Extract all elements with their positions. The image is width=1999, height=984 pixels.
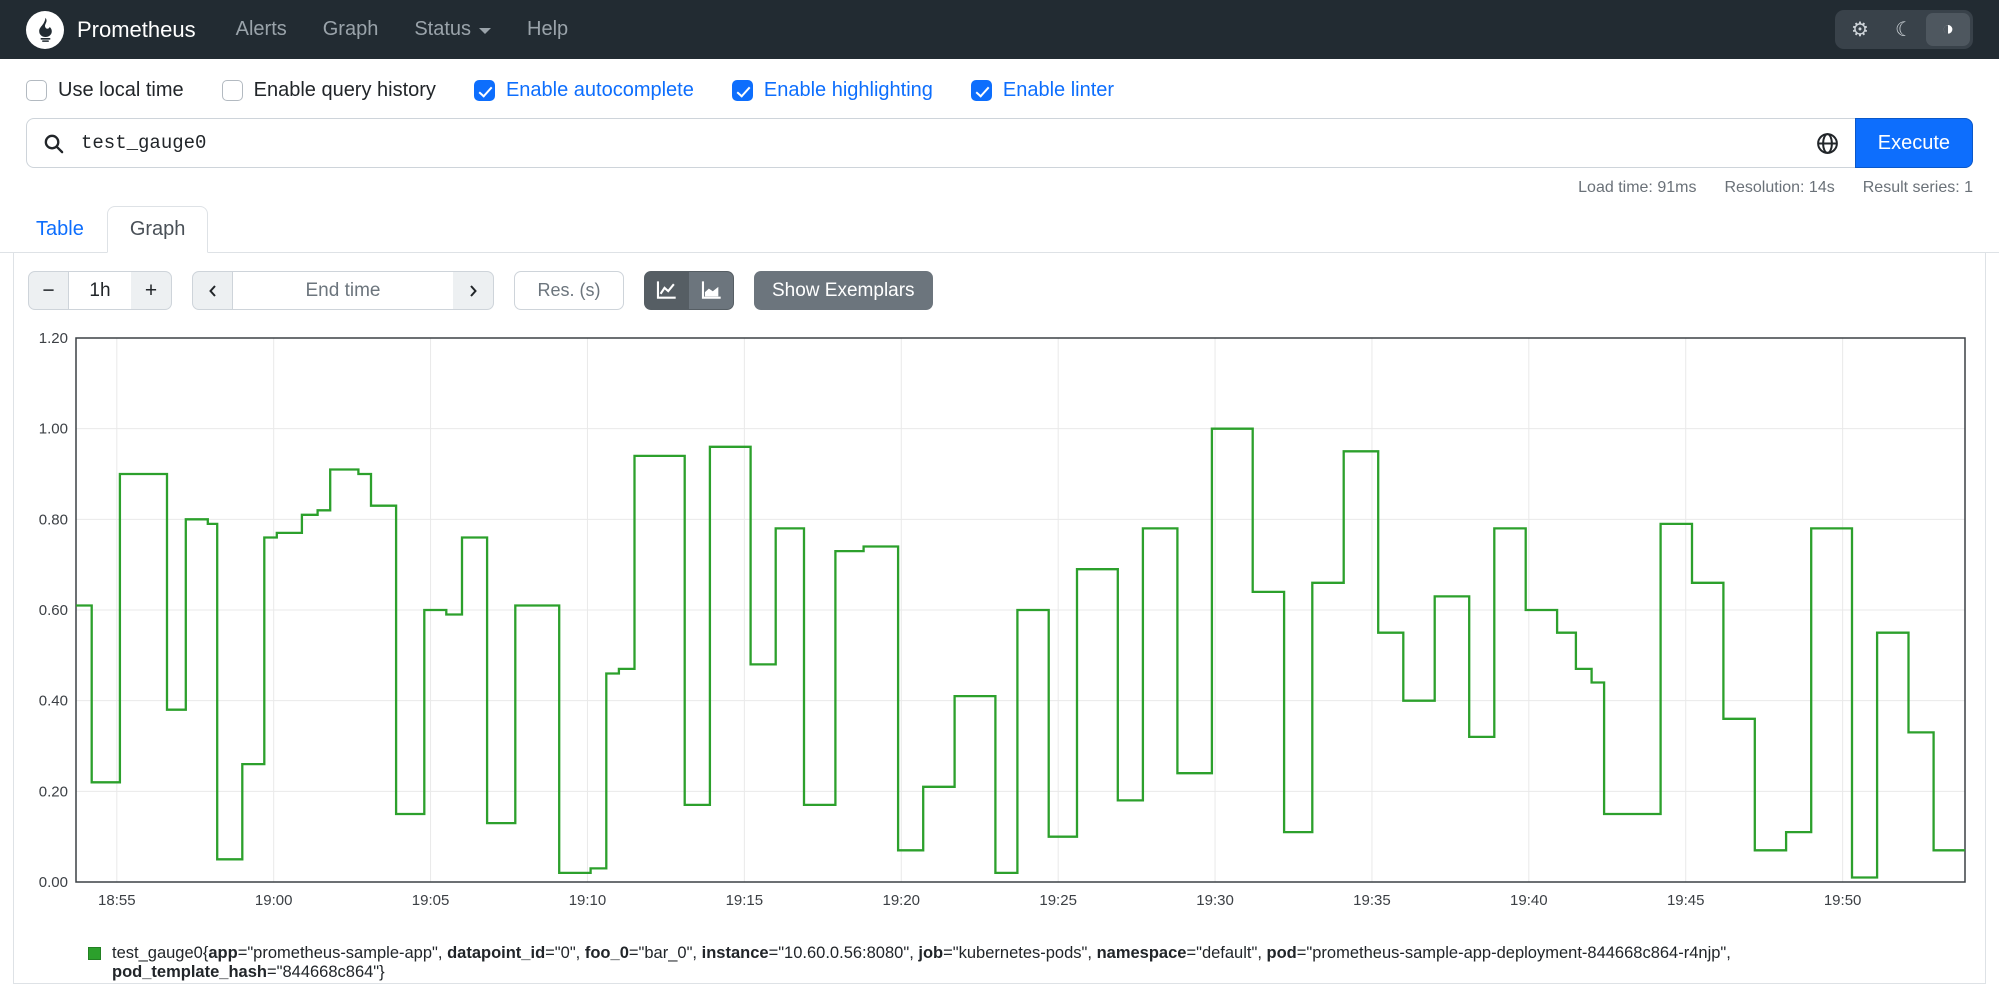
legend-item[interactable]: test_gauge0{app="prometheus-sample-app",… xyxy=(14,916,1985,982)
chevron-left-icon xyxy=(208,284,216,297)
nav-item-label: Graph xyxy=(322,18,379,40)
option-label: Enable autocomplete xyxy=(505,79,694,101)
nav-item-status[interactable]: Status xyxy=(414,18,492,41)
option-label: Enable highlighting xyxy=(763,79,933,101)
nav-item-help[interactable]: Help xyxy=(527,18,568,41)
svg-text:1.20: 1.20 xyxy=(39,330,68,347)
option-enable-query-history[interactable]: Enable query history xyxy=(221,79,436,102)
query-expression-input[interactable] xyxy=(79,119,1801,167)
options-row: Use local time Enable query history Enab… xyxy=(0,59,1999,118)
range-input-group: − + xyxy=(28,271,172,310)
svg-text:19:30: 19:30 xyxy=(1196,892,1234,909)
nav-item-graph[interactable]: Graph xyxy=(323,18,379,41)
dark-theme-moon-icon[interactable]: ☾ xyxy=(1882,13,1926,46)
range-input[interactable] xyxy=(69,271,131,310)
svg-text:19:50: 19:50 xyxy=(1824,892,1862,909)
option-label: Use local time xyxy=(58,79,184,101)
svg-text:18:55: 18:55 xyxy=(98,892,136,909)
prometheus-logo-icon xyxy=(26,10,64,49)
svg-text:0.60: 0.60 xyxy=(39,602,68,619)
chart-area: 0.00 0.20 0.40 0.60 0.80 1.00 1.20 18:55 19:00 19… xyxy=(14,328,1985,916)
resolution-input[interactable] xyxy=(514,271,624,310)
search-icon xyxy=(27,119,79,167)
svg-text:19:45: 19:45 xyxy=(1667,892,1705,909)
option-enable-highlighting[interactable]: Enable highlighting xyxy=(731,79,933,102)
graph-canvas[interactable]: 0.00 0.20 0.40 0.60 0.80 1.00 1.20 18:55 19:00 19… xyxy=(28,328,1971,916)
chevron-right-icon xyxy=(470,284,477,297)
navbar: Prometheus Alerts Graph Status Help ⚙ ☾ … xyxy=(0,0,1999,59)
query-stats: Load time: 91ms Resolution: 14s Result s… xyxy=(0,168,1999,197)
option-label: Enable query history xyxy=(253,79,436,101)
svg-text:19:00: 19:00 xyxy=(255,892,293,909)
option-enable-autocomplete[interactable]: Enable autocomplete xyxy=(473,79,694,102)
tab-graph[interactable]: Graph xyxy=(106,206,209,253)
svg-text:0.20: 0.20 xyxy=(39,783,68,800)
show-exemplars-button[interactable]: Show Exemplars xyxy=(754,271,933,310)
chevron-down-icon xyxy=(479,28,492,34)
option-label: Enable linter xyxy=(1002,79,1115,101)
metrics-explorer-globe-icon[interactable] xyxy=(1801,119,1855,167)
decrease-range-button[interactable]: − xyxy=(28,271,69,310)
checkbox[interactable] xyxy=(221,80,243,101)
svg-text:19:35: 19:35 xyxy=(1353,892,1391,909)
end-time-input-group xyxy=(192,271,494,310)
brand-title: Prometheus xyxy=(77,16,196,42)
checkbox[interactable] xyxy=(731,80,753,101)
query-row: Execute xyxy=(0,118,1999,168)
svg-text:0.40: 0.40 xyxy=(39,693,68,710)
legend-label: test_gauge0{app="prometheus-sample-app",… xyxy=(112,944,1731,981)
brand[interactable]: Prometheus xyxy=(26,10,196,49)
shift-back-button[interactable] xyxy=(192,271,233,310)
svg-text:19:10: 19:10 xyxy=(569,892,607,909)
legend-color-swatch xyxy=(88,947,101,960)
nav-item-label: Alerts xyxy=(235,18,287,40)
settings-gear-icon[interactable]: ⚙ xyxy=(1838,13,1882,46)
svg-text:19:40: 19:40 xyxy=(1510,892,1548,909)
graph-panel: − + xyxy=(13,253,1986,984)
auto-theme-contrast-icon[interactable]: ◑ xyxy=(1926,13,1970,46)
query-input-group: Execute xyxy=(26,118,1973,168)
svg-text:19:05: 19:05 xyxy=(412,892,450,909)
stacked-chart-icon xyxy=(701,281,721,299)
checkbox[interactable] xyxy=(970,80,992,101)
line-chart-toggle-button[interactable] xyxy=(644,271,689,310)
svg-text:1.00: 1.00 xyxy=(39,421,68,438)
svg-text:19:20: 19:20 xyxy=(882,892,920,909)
stacked-chart-toggle-button[interactable] xyxy=(689,271,734,310)
nav-links: Alerts Graph Status Help xyxy=(236,18,569,41)
chart-type-toggle-group xyxy=(644,271,734,310)
tab-table[interactable]: Table xyxy=(13,206,107,253)
theme-toggle-group: ⚙ ☾ ◑ xyxy=(1835,10,1973,49)
execute-button[interactable]: Execute xyxy=(1854,118,1973,168)
nav-item-label: Status xyxy=(414,18,472,40)
load-time-stat: Load time: 91ms xyxy=(1578,179,1697,196)
shift-forward-button[interactable] xyxy=(453,271,494,310)
result-series-stat: Result series: 1 xyxy=(1862,179,1973,196)
tab-bar: Table Graph xyxy=(0,199,1999,253)
resolution-stat: Resolution: 14s xyxy=(1724,179,1835,196)
option-enable-linter[interactable]: Enable linter xyxy=(970,79,1115,102)
option-use-local-time[interactable]: Use local time xyxy=(26,79,184,102)
svg-text:19:15: 19:15 xyxy=(726,892,764,909)
checkbox[interactable] xyxy=(473,80,495,101)
line-chart-icon xyxy=(656,281,676,299)
end-time-input[interactable] xyxy=(233,271,453,310)
increase-range-button[interactable]: + xyxy=(131,271,172,310)
svg-text:0.00: 0.00 xyxy=(39,874,68,891)
nav-item-label: Help xyxy=(527,18,569,40)
nav-item-alerts[interactable]: Alerts xyxy=(236,18,287,41)
svg-text:0.80: 0.80 xyxy=(39,511,68,528)
svg-text:19:25: 19:25 xyxy=(1039,892,1077,909)
graph-controls: − + xyxy=(14,253,1985,328)
checkbox[interactable] xyxy=(26,80,47,101)
